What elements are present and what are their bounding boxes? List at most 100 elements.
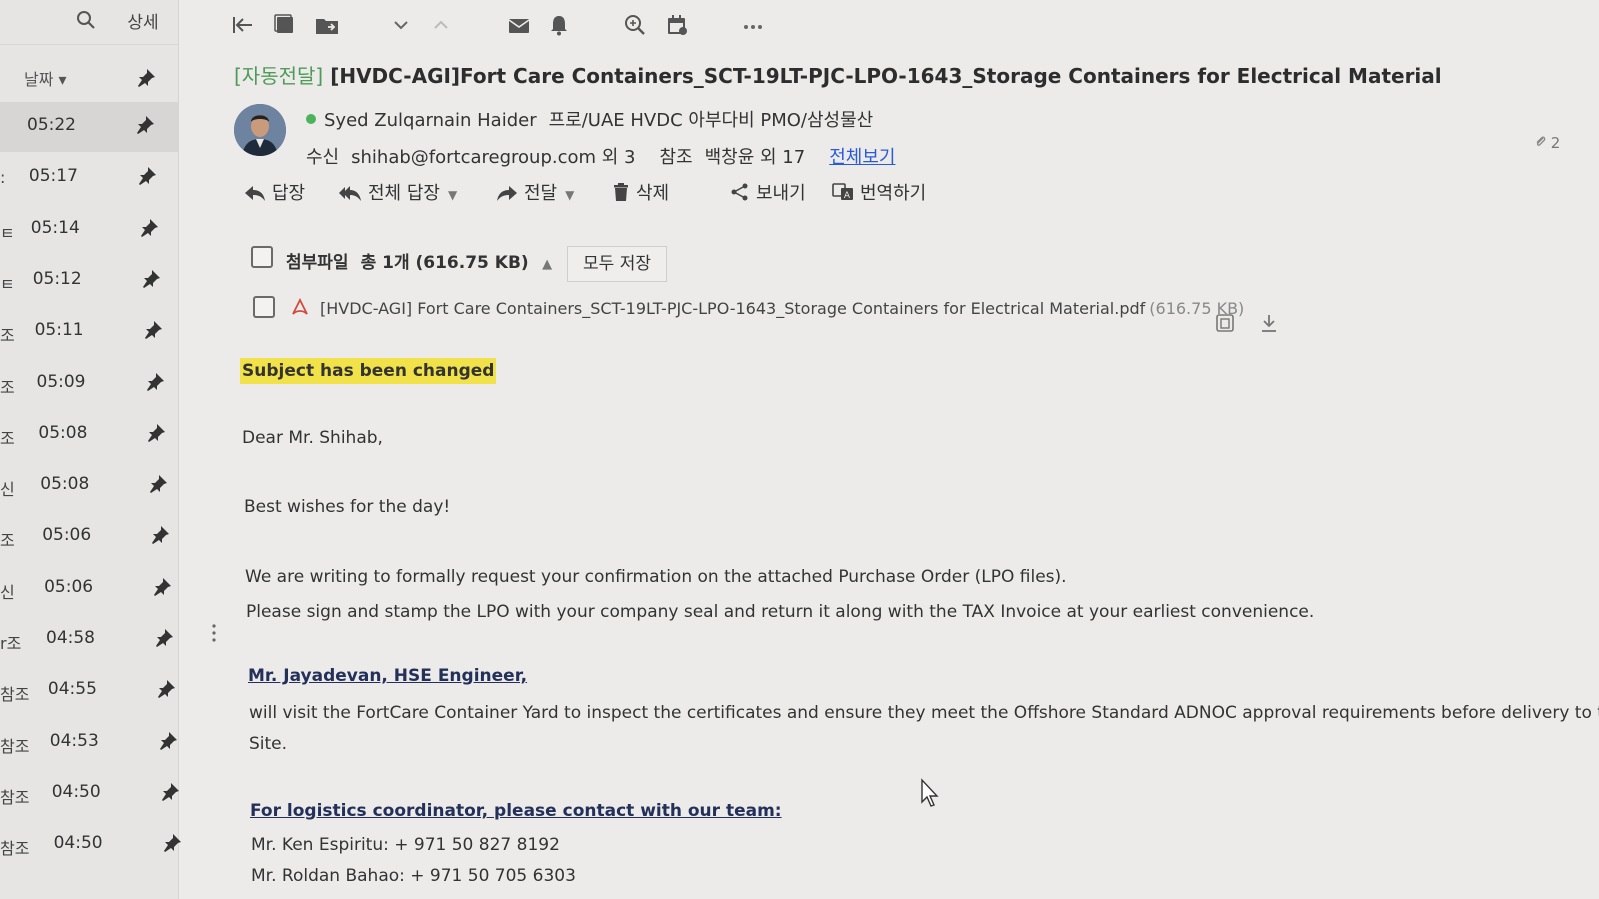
forward-chevron-down-icon[interactable]: ▼	[565, 179, 574, 211]
message-list-item[interactable]: 조 05:06	[0, 512, 178, 562]
download-icon[interactable]	[1258, 312, 1280, 334]
sender-title: 프로/UAE HVDC 아부다비 PMO/삼성물산	[548, 110, 874, 131]
move-to-folder-icon[interactable]	[314, 12, 340, 38]
save-all-button[interactable]: 모두 저장	[567, 246, 667, 282]
message-type-label: 신	[0, 480, 15, 500]
forward-label: 전달	[524, 183, 558, 204]
message-list-item[interactable]: 조 05:11	[0, 307, 178, 357]
pin-icon[interactable]	[135, 115, 155, 135]
sort-by-date-dropdown[interactable]: 날짜 ▾	[24, 66, 67, 90]
pin-icon[interactable]	[148, 474, 168, 494]
pin-icon[interactable]	[156, 679, 176, 699]
cc-label: 참조	[659, 147, 693, 168]
message-time: 04:58	[46, 628, 95, 648]
search-icon[interactable]	[76, 10, 96, 30]
pin-icon[interactable]	[137, 166, 157, 186]
previous-message-icon[interactable]	[428, 12, 454, 38]
message-time: 04:53	[49, 730, 99, 751]
pin-icon[interactable]	[145, 372, 165, 392]
attachment-summary: 첨부파일 총 1개 (616.75 KB) ▲	[286, 248, 552, 273]
message-time: 05:22	[27, 115, 76, 135]
message-list-item[interactable]: ㅌ 05:12	[0, 256, 178, 306]
body-line-2: Please sign and stamp the LPO with your …	[246, 602, 1315, 622]
message-time: 05:12	[32, 268, 82, 289]
translate-button[interactable]: A 번역하기	[832, 178, 926, 210]
select-all-attachments-checkbox[interactable]	[251, 246, 273, 268]
pin-icon[interactable]	[136, 68, 156, 88]
to-label: 수신	[306, 147, 340, 168]
pin-icon[interactable]	[162, 833, 182, 853]
reply-all-button[interactable]: 전체 답장 ▼	[338, 178, 457, 210]
body-line-1: We are writing to formally request your …	[245, 567, 1067, 587]
preview-icon[interactable]	[1214, 312, 1236, 334]
sender-avatar[interactable]	[234, 104, 286, 156]
cc-recipients[interactable]: 백창윤 외 17	[705, 147, 806, 168]
message-time: 05:08	[38, 422, 88, 443]
message-time: 04:50	[51, 781, 101, 802]
message-type-label: 조	[0, 326, 15, 346]
message-list-item[interactable]: ㅌ 05:14	[0, 205, 178, 255]
engineer-text-2: Site.	[249, 734, 288, 754]
to-recipients[interactable]: shihab@fortcaregroup.com 외 3	[351, 147, 635, 168]
bell-icon[interactable]	[546, 12, 572, 38]
paperclip-icon	[1536, 136, 1546, 146]
pin-icon[interactable]	[139, 218, 159, 238]
pin-icon[interactable]	[146, 423, 166, 443]
message-time: 04:50	[53, 833, 103, 854]
wishes-line: Best wishes for the day!	[244, 497, 451, 517]
pin-icon[interactable]	[141, 269, 161, 289]
mark-unread-icon[interactable]	[506, 12, 532, 38]
pin-icon[interactable]	[143, 320, 163, 340]
reading-toolbar	[228, 4, 788, 54]
more-options-icon[interactable]	[740, 12, 766, 38]
pin-icon[interactable]	[152, 577, 172, 597]
reply-all-chevron-down-icon[interactable]: ▼	[448, 179, 457, 211]
message-list-item[interactable]: 신 05:08	[0, 461, 178, 511]
view-all-link[interactable]: 전체보기	[829, 147, 895, 168]
logistics-heading: For logistics coordinator, please contac…	[250, 801, 782, 821]
reply-button[interactable]: 답장	[244, 178, 305, 210]
online-status-icon	[306, 114, 316, 124]
detail-view-button[interactable]: 상세	[118, 10, 168, 36]
message-list-item[interactable]: 참조 04:55	[0, 666, 178, 716]
message-list-item[interactable]: : 05:17	[0, 153, 178, 203]
recipients-info: 수신 shihab@fortcaregroup.com 외 3 참조 백창윤 외 17…	[306, 143, 895, 169]
forward-icon	[497, 186, 517, 201]
delete-button[interactable]: 삭제	[612, 178, 669, 210]
message-list-item[interactable]: 참조 04:50	[0, 820, 181, 870]
zoom-icon[interactable]	[622, 12, 648, 38]
message-list-item[interactable]: 05:22	[0, 102, 178, 152]
message-type-label: 참조	[0, 736, 30, 756]
message-list-pane: 상세 날짜 ▾ 05:22: 05:17 ㅌ 05:14 ㅌ 05:12 조 05:11 조 05…	[0, 0, 216, 899]
pin-icon[interactable]	[154, 628, 174, 648]
back-to-start-icon[interactable]	[230, 12, 256, 38]
message-type-label: ㅌ	[0, 274, 15, 294]
collapse-attachments-chevron-up-icon[interactable]: ▲	[542, 257, 552, 272]
message-type-label: 신	[0, 582, 15, 602]
sender-name[interactable]: Syed Zulqarnain Haider	[324, 110, 537, 131]
pane-resize-handle[interactable]	[210, 622, 218, 646]
send-button[interactable]: 보내기	[730, 178, 806, 210]
auto-forward-tag: [자동전달]	[234, 64, 324, 88]
message-type-label: 조	[0, 428, 15, 448]
attachment-total: 총 1개 (616.75 KB)	[360, 253, 529, 273]
message-list-item[interactable]: r조 04:58	[0, 615, 178, 665]
pin-icon[interactable]	[160, 782, 180, 802]
message-list-item[interactable]: 조 05:09	[0, 359, 178, 409]
message-type-label: 조	[0, 377, 15, 397]
next-message-icon[interactable]	[388, 12, 414, 38]
message-time: 05:17	[28, 166, 78, 187]
pin-icon[interactable]	[150, 525, 170, 545]
attachment-file-name[interactable]: [HVDC-AGI] Fort Care Containers_SCT-19LT…	[320, 299, 1145, 318]
attachment-checkbox[interactable]	[253, 296, 275, 318]
forward-button[interactable]: 전달 ▼	[496, 178, 574, 210]
calendar-icon[interactable]	[664, 12, 690, 38]
message-list-item[interactable]: 조 05:08	[0, 410, 178, 460]
archive-icon[interactable]	[272, 12, 298, 38]
message-time: 05:14	[30, 217, 80, 238]
pin-icon[interactable]	[158, 731, 178, 751]
attachment-item[interactable]: [HVDC-AGI] Fort Care Containers_SCT-19LT…	[290, 297, 1244, 318]
message-list-item[interactable]: 신 05:06	[0, 564, 178, 614]
message-list-item[interactable]: 참조 04:53	[0, 718, 178, 768]
message-list-item[interactable]: 참조 04:50	[0, 769, 180, 819]
